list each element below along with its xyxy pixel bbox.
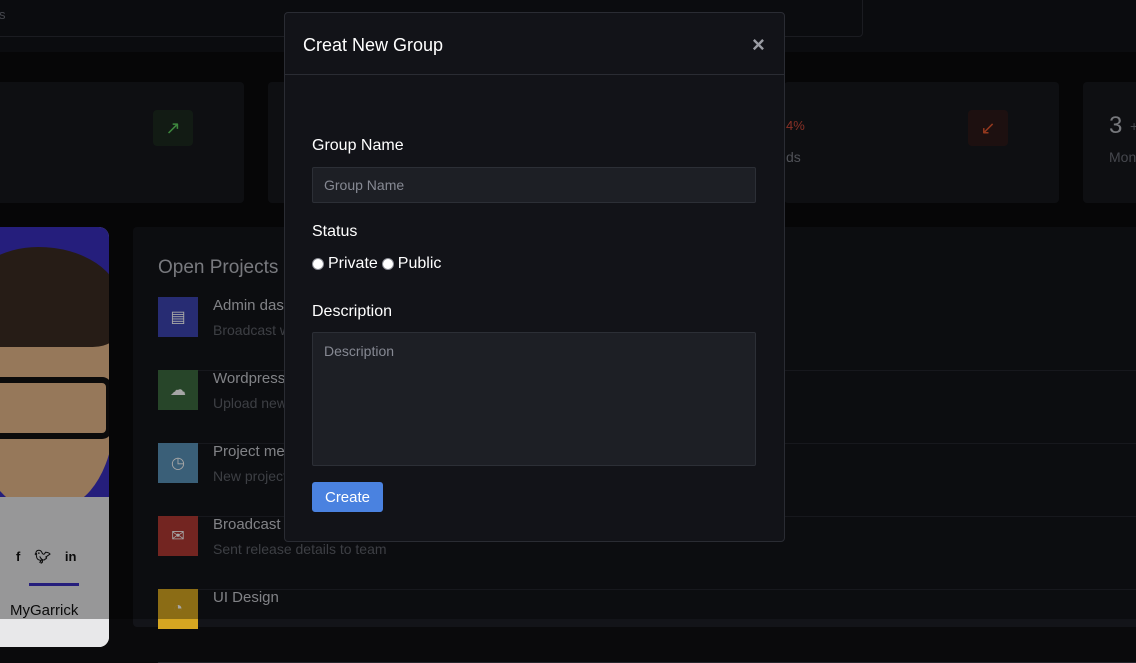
modal-title: Creat New Group — [303, 35, 444, 55]
modal-header: Creat New Group × — [285, 13, 784, 75]
private-radio[interactable] — [312, 258, 324, 270]
group-name-label: Group Name — [312, 137, 404, 154]
create-group-modal: Creat New Group × Group Name Status Priv… — [284, 12, 785, 542]
description-textarea[interactable] — [312, 332, 756, 466]
group-name-input[interactable] — [312, 167, 756, 203]
public-radio[interactable] — [381, 258, 394, 270]
private-radio-label[interactable]: Private — [328, 255, 378, 273]
status-label: Status — [312, 223, 358, 240]
create-button[interactable]: Create — [312, 482, 383, 512]
status-radio-group: Private Public — [312, 255, 445, 273]
description-label: Description — [312, 303, 393, 320]
public-radio-label[interactable]: Public — [398, 255, 442, 273]
close-icon[interactable]: × — [752, 34, 765, 56]
